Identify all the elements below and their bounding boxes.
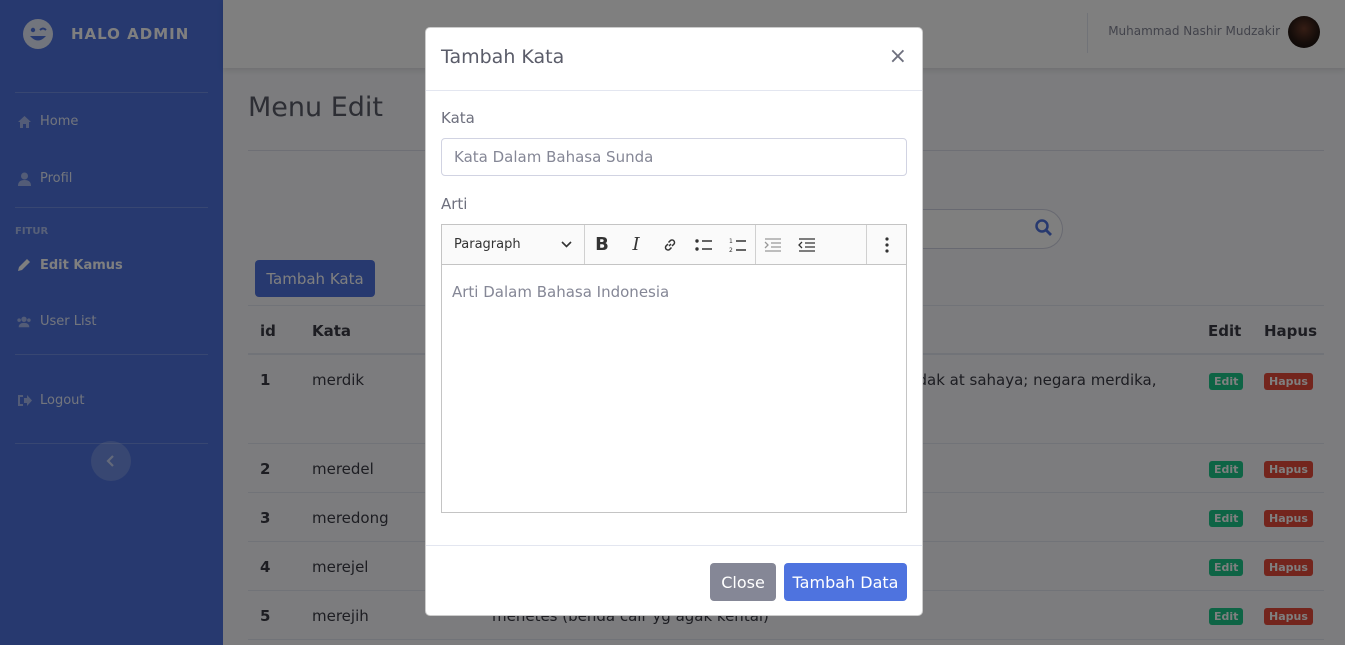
submit-button[interactable]: Tambah Data (784, 563, 907, 601)
indent-icon[interactable] (790, 225, 824, 264)
chevron-down-icon (561, 237, 572, 252)
close-icon[interactable]: × (889, 44, 907, 69)
editor-content[interactable]: Arti Dalam Bahasa Indonesia (442, 265, 906, 319)
more-icon[interactable] (866, 225, 906, 264)
bold-icon[interactable]: B (585, 225, 619, 264)
numbered-list-icon[interactable]: 12 (721, 225, 755, 264)
paragraph-select[interactable]: Paragraph (442, 225, 585, 264)
modal-header: Tambah Kata × (426, 28, 922, 91)
kata-input[interactable] (441, 138, 907, 176)
kata-label: Kata (441, 109, 475, 127)
modal-footer: Close Tambah Data (426, 545, 922, 615)
bulleted-list-icon[interactable] (687, 225, 721, 264)
svg-text:2: 2 (729, 247, 733, 253)
svg-text:1: 1 (729, 238, 733, 245)
arti-label: Arti (441, 195, 468, 213)
link-icon[interactable] (653, 225, 687, 264)
editor-placeholder: Arti Dalam Bahasa Indonesia (452, 283, 670, 301)
outdent-icon[interactable] (756, 225, 790, 264)
add-word-modal: Tambah Kata × Kata Arti Paragraph B I 12 (425, 27, 923, 616)
paragraph-select-value: Paragraph (454, 237, 521, 252)
italic-icon[interactable]: I (619, 225, 653, 264)
rich-text-editor: Paragraph B I 12 Arti Dalam Bahasa Indon… (441, 224, 907, 513)
close-button[interactable]: Close (710, 563, 776, 601)
modal-title: Tambah Kata (441, 46, 565, 68)
editor-toolbar: Paragraph B I 12 (442, 225, 906, 265)
